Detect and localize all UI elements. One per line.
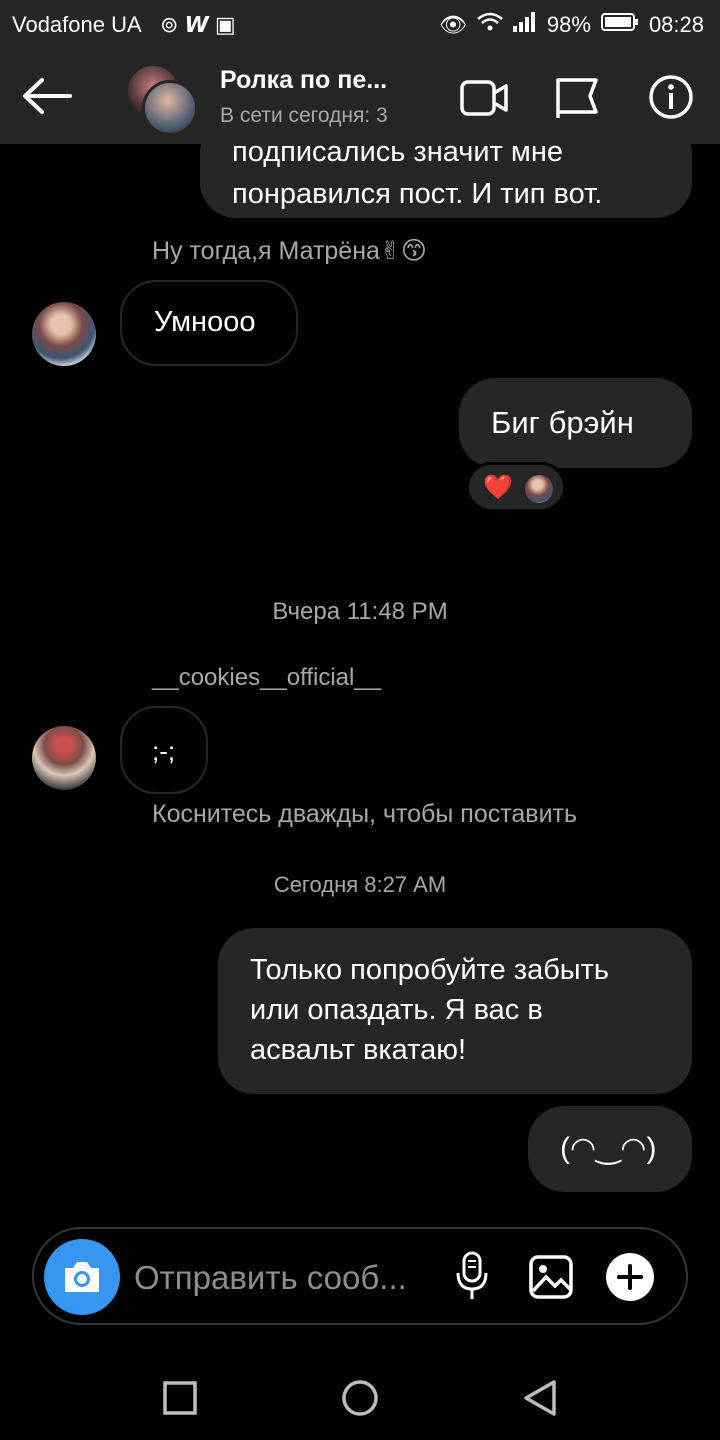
message-text: понравился пост. И тип вот.	[232, 178, 603, 210]
reply-caption: Ну тогда,я Матрёна✌😙	[152, 237, 427, 265]
microphone-icon[interactable]	[454, 1251, 490, 1306]
message-text: (◠‿◠)	[560, 1132, 657, 1165]
group-avatar-front[interactable]	[142, 80, 198, 136]
reactor-avatar	[525, 475, 553, 503]
message-bubble-incoming[interactable]: Умнооо	[120, 280, 298, 366]
wifi-icon	[477, 12, 503, 38]
message-text: Биг брэйн	[491, 405, 634, 440]
date-separator: Сегодня 8:27 AM	[273, 872, 447, 897]
eye-icon: 👁	[438, 12, 467, 37]
sender-name[interactable]: __cookies__official__	[152, 664, 381, 692]
double-tap-hint: Коснитесь дважды, чтобы поставить	[152, 800, 578, 828]
chat-subtitle: В сети сегодня: 3	[220, 104, 388, 127]
plus-icon	[617, 1264, 643, 1290]
info-icon[interactable]	[648, 74, 694, 125]
clock: 08:28	[648, 12, 704, 37]
message-line: асвальт вкатаю!	[250, 1034, 467, 1066]
status-right: 👁 98% 08:28	[439, 12, 704, 38]
chat-title[interactable]: Ролка по пе...	[220, 66, 387, 95]
message-text: Умнооо	[154, 306, 256, 338]
back-button[interactable]	[520, 1378, 560, 1423]
back-arrow-icon[interactable]	[20, 76, 72, 121]
date-separator: Вчера 11:48 PM	[272, 598, 448, 625]
video-call-icon[interactable]	[460, 78, 510, 123]
add-button[interactable]	[606, 1253, 654, 1301]
battery-percent: 98%	[546, 12, 591, 37]
sender-avatar[interactable]	[32, 302, 96, 366]
message-text: ;-;	[152, 736, 176, 766]
camera-icon	[65, 1262, 99, 1292]
message-bubble-incoming[interactable]: ;-;	[120, 706, 208, 794]
reaction-badge[interactable]: ❤️	[466, 462, 566, 512]
message-composer: Отправить сооб...	[32, 1227, 688, 1325]
sender-avatar[interactable]	[32, 726, 96, 790]
camera-button[interactable]	[44, 1239, 120, 1315]
message-bubble-outgoing[interactable]: (◠‿◠)	[528, 1106, 692, 1192]
signal-icon	[512, 12, 537, 38]
message-bubble-outgoing[interactable]: Только попробуйте забыть или опаздать. Я…	[218, 928, 692, 1094]
message-line: Только попробуйте забыть	[250, 954, 610, 986]
status-bar: Vodafone UA ⊚ 𝙒 ▣ 👁 98% 08:28	[0, 0, 720, 50]
carrier-label: Vodafone UA	[12, 12, 142, 37]
chat-header: Ролка по пе... В сети сегодня: 3	[0, 50, 720, 144]
heart-icon: ❤️	[483, 474, 513, 501]
system-nav-bar	[0, 1340, 720, 1440]
recent-apps-button[interactable]	[162, 1380, 198, 1421]
flag-icon[interactable]	[554, 76, 600, 125]
message-line: или опаздать. Я вас в	[250, 994, 543, 1026]
battery-icon	[600, 12, 639, 38]
message-input[interactable]: Отправить сооб...	[134, 1259, 407, 1297]
message-bubble-outgoing[interactable]: Биг брэйн	[459, 378, 692, 468]
gallery-icon[interactable]	[529, 1255, 573, 1304]
notification-icons: ⊚ 𝙒 ▣	[160, 12, 236, 37]
home-button[interactable]	[340, 1378, 380, 1423]
